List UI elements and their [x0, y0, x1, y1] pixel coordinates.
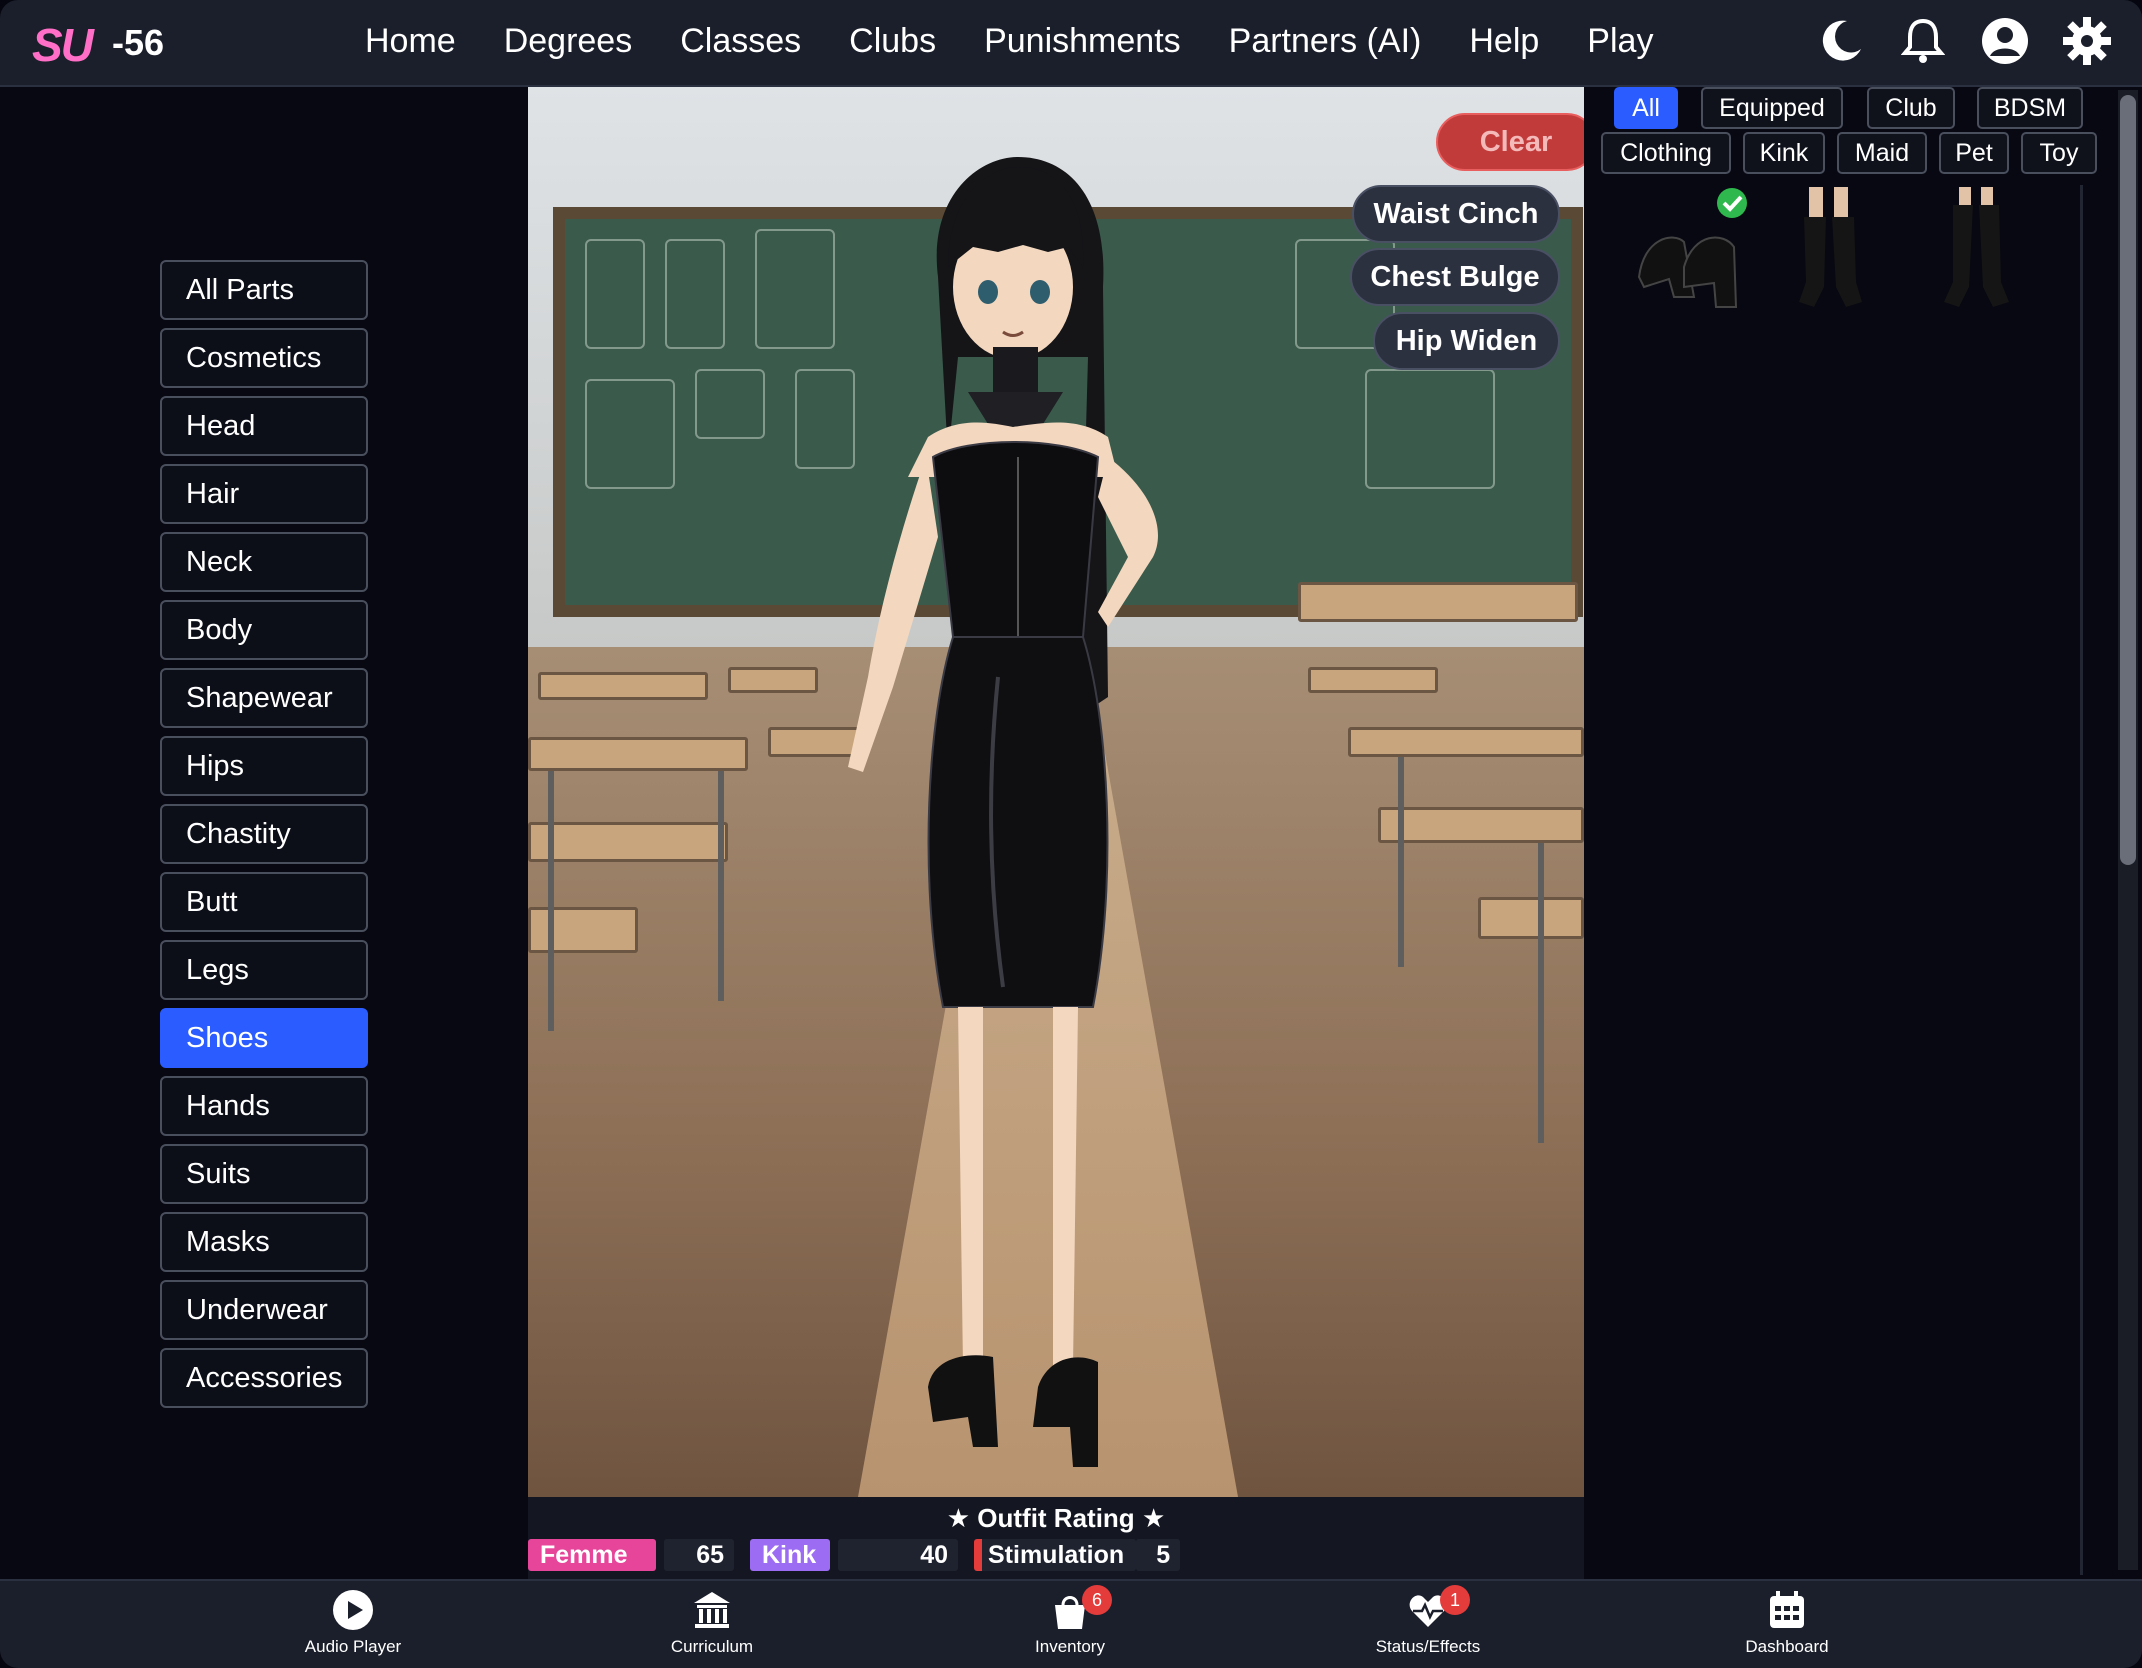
play-icon [333, 1590, 373, 1630]
gear-icon[interactable] [2060, 14, 2114, 68]
score-value: -56 [112, 22, 165, 63]
sidebar-item-body[interactable]: Body [160, 600, 368, 660]
desk [528, 907, 638, 953]
item-thigh-boots[interactable] [1909, 187, 2039, 317]
sidebar-item-head[interactable]: Head [160, 396, 368, 456]
main-nav: Home Degrees Classes Clubs Punishments P… [365, 22, 1701, 61]
bottom-dock: Audio Player Curriculum 6 Inventory 1 St… [0, 1579, 2142, 1668]
hip-widen-button[interactable]: Hip Widen [1373, 312, 1560, 370]
audio-player-button[interactable]: Audio Player [273, 1589, 433, 1657]
desk [1348, 727, 1584, 757]
status-effects-button[interactable]: 1 Status/Effects [1348, 1585, 1508, 1657]
star-icon: ★ [946, 1503, 971, 1533]
filter-clothing[interactable]: Clothing [1601, 132, 1731, 174]
filter-toy[interactable]: Toy [2021, 132, 2097, 174]
sidebar-item-cosmetics[interactable]: Cosmetics [160, 328, 368, 388]
kink-label: Kink [750, 1539, 830, 1571]
filter-maid[interactable]: Maid [1837, 132, 1927, 174]
desk [528, 737, 748, 771]
sidebar-item-all-parts[interactable]: All Parts [160, 260, 368, 320]
sidebar-item-shoes[interactable]: Shoes [160, 1008, 368, 1068]
stimulation-value: 5 [1136, 1539, 1181, 1571]
inventory-badge: 6 [1082, 1585, 1112, 1615]
sidebar-item-accessories[interactable]: Accessories [160, 1348, 368, 1408]
user-account-icon[interactable] [1978, 14, 2032, 68]
calendar-icon [1770, 1591, 1804, 1628]
sidebar-item-underwear[interactable]: Underwear [160, 1280, 368, 1340]
star-icon: ★ [1141, 1503, 1166, 1533]
nav-classes[interactable]: Classes [680, 22, 801, 61]
inventory-button[interactable]: 6 Inventory [990, 1585, 1150, 1657]
curriculum-button[interactable]: Curriculum [632, 1589, 792, 1657]
rating-stats: Femme 65 Kink 40 Stimulation 5 [528, 1539, 1181, 1571]
sidebar-item-hair[interactable]: Hair [160, 464, 368, 524]
outfit-rating-title: ★ Outfit Rating ★ [946, 1503, 1166, 1533]
nav-partners[interactable]: Partners (AI) [1229, 22, 1422, 61]
bell-icon[interactable] [1896, 14, 1950, 68]
desk [1308, 667, 1438, 693]
avatar-stage: Clear Waist Cinch Chest Bulge Hip Widen [528, 87, 1584, 1497]
sidebar-item-hands[interactable]: Hands [160, 1076, 368, 1136]
curriculum-label: Curriculum [670, 1637, 754, 1656]
nav-play[interactable]: Play [1587, 22, 1653, 61]
desk [538, 672, 708, 700]
sidebar-item-legs[interactable]: Legs [160, 940, 368, 1000]
logo[interactable]: SU [32, 18, 94, 72]
stimulation-label: Stimulation [974, 1539, 1137, 1571]
filter-bdsm[interactable]: BDSM [1977, 87, 2083, 129]
scrollbar-thumb[interactable] [2120, 95, 2136, 865]
femme-value: 65 [664, 1539, 734, 1571]
top-navbar: SU -56 Home Degrees Classes Clubs Punish… [0, 0, 2142, 87]
app-window: SU -56 Home Degrees Classes Clubs Punish… [0, 0, 2142, 1668]
panel-divider [2080, 185, 2083, 1575]
filter-all[interactable]: All [1614, 87, 1678, 129]
audio-player-label: Audio Player [304, 1637, 402, 1656]
filter-equipped[interactable]: Equipped [1701, 87, 1843, 129]
sidebar-item-masks[interactable]: Masks [160, 1212, 368, 1272]
waist-cinch-button[interactable]: Waist Cinch [1352, 185, 1560, 243]
sidebar-item-neck[interactable]: Neck [160, 532, 368, 592]
dashboard-label: Dashboard [1745, 1637, 1829, 1656]
sidebar-item-butt[interactable]: Butt [160, 872, 368, 932]
item-browser: All Equipped Club BDSM Clothing Kink Mai… [1584, 87, 2124, 1577]
avatar-character [848, 157, 1158, 1467]
teacher-desk [1298, 582, 1578, 622]
body-part-sidebar: All Parts Cosmetics Head Hair Neck Body … [160, 260, 368, 1416]
femme-label: Femme [528, 1539, 656, 1571]
kink-value: 40 [838, 1539, 958, 1571]
nav-punishments[interactable]: Punishments [984, 22, 1181, 61]
desk [728, 667, 818, 693]
sidebar-item-chastity[interactable]: Chastity [160, 804, 368, 864]
nav-icon-group [1814, 14, 2114, 68]
outfit-rating-panel: ★ Outfit Rating ★ Femme 65 Kink 40 Stimu… [528, 1497, 1584, 1579]
filter-pet[interactable]: Pet [1939, 132, 2009, 174]
desk [1378, 807, 1584, 843]
sidebar-item-hips[interactable]: Hips [160, 736, 368, 796]
nav-clubs[interactable]: Clubs [849, 22, 936, 61]
inventory-label: Inventory [1035, 1637, 1105, 1656]
desk [528, 822, 728, 862]
item-platform-heels[interactable] [1624, 187, 1754, 317]
nav-degrees[interactable]: Degrees [504, 22, 633, 61]
nav-home[interactable]: Home [365, 22, 456, 61]
dashboard-button[interactable]: Dashboard [1707, 1589, 1867, 1657]
sidebar-item-suits[interactable]: Suits [160, 1144, 368, 1204]
desk [1478, 897, 1584, 939]
institution-icon [694, 1592, 730, 1628]
status-effects-badge: 1 [1440, 1585, 1470, 1615]
filter-kink[interactable]: Kink [1743, 132, 1825, 174]
filter-club[interactable]: Club [1867, 87, 1955, 129]
sidebar-item-shapewear[interactable]: Shapewear [160, 668, 368, 728]
clear-button[interactable]: Clear [1436, 113, 1584, 171]
nav-help[interactable]: Help [1469, 22, 1539, 61]
item-knee-boots[interactable] [1764, 187, 1894, 317]
moon-icon[interactable] [1814, 14, 1868, 68]
status-effects-label: Status/Effects [1375, 1637, 1481, 1656]
chest-bulge-button[interactable]: Chest Bulge [1350, 248, 1560, 306]
